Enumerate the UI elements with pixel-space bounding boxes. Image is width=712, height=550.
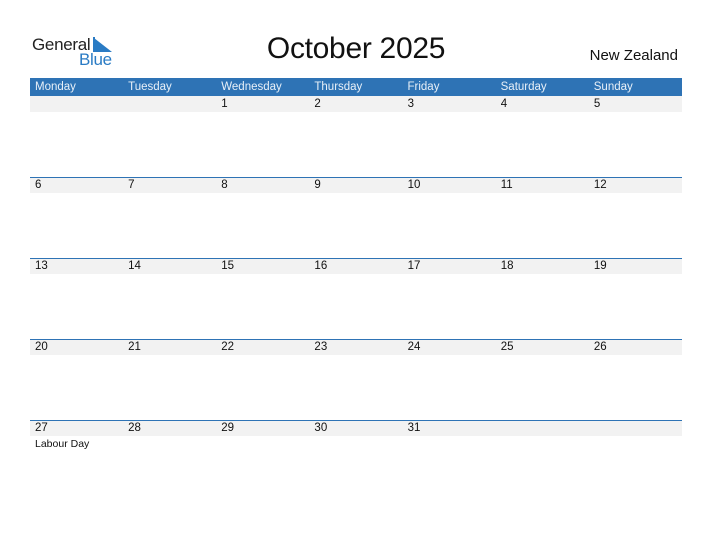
day-cell: 17 <box>403 258 496 338</box>
day-cell: 13 <box>30 258 123 338</box>
day-number: 16 <box>314 260 328 272</box>
day-cell: 8 <box>216 177 309 257</box>
day-number: 28 <box>128 422 141 434</box>
week-row: 27 Labour Day 28 29 30 31 <box>30 420 682 500</box>
day-number: 1 <box>221 98 228 110</box>
day-number: 14 <box>128 260 141 272</box>
day-number: 27 <box>35 422 48 434</box>
day-number: 22 <box>221 341 235 353</box>
day-cell: 14 <box>123 258 216 338</box>
weekday-friday: Friday <box>407 81 440 93</box>
day-cell <box>496 420 589 500</box>
day-number: 31 <box>407 422 421 434</box>
day-number: 5 <box>593 98 601 110</box>
day-cell: 19 <box>589 258 682 338</box>
day-cell <box>123 96 216 176</box>
day-cell: 16 <box>309 258 402 338</box>
country-label: New Zealand <box>589 47 678 64</box>
day-number: 7 <box>128 179 135 191</box>
day-cell: 6 <box>30 177 123 257</box>
day-number: 19 <box>593 260 607 272</box>
day-number: 13 <box>35 260 48 272</box>
day-cell: 5 <box>589 96 682 176</box>
day-cell: 11 <box>496 177 589 257</box>
day-cell: 12 <box>589 177 682 257</box>
weekday-sunday: Sunday <box>593 81 633 93</box>
day-number: 29 <box>221 422 235 434</box>
day-number: 26 <box>593 341 607 353</box>
day-cell: 18 <box>496 258 589 338</box>
day-number: 25 <box>500 341 514 353</box>
day-number: 24 <box>407 341 421 353</box>
weekday-monday: Monday <box>35 81 76 93</box>
weekday-saturday: Saturday <box>500 81 547 93</box>
day-number: 18 <box>500 260 514 272</box>
weekday-thursday: Thursday <box>314 81 363 93</box>
day-number: 20 <box>35 341 48 353</box>
day-cell: 23 <box>309 339 402 419</box>
weekday-header: Monday Tuesday Wednesday Thursday Friday… <box>30 78 682 96</box>
day-number: 6 <box>35 179 42 191</box>
day-cell: 30 <box>309 420 402 500</box>
day-cell: 21 <box>123 339 216 419</box>
day-cell: 29 <box>216 420 309 500</box>
day-number: 15 <box>221 260 235 272</box>
day-cell: 31 <box>403 420 496 500</box>
day-cell: 9 <box>309 177 402 257</box>
day-number: 10 <box>407 179 421 191</box>
weekday-tuesday: Tuesday <box>128 81 172 93</box>
day-cell: 7 <box>123 177 216 257</box>
week-row: 13 14 15 16 17 18 19 <box>30 258 682 338</box>
day-number: 12 <box>593 179 607 191</box>
day-cell <box>589 420 682 500</box>
day-cell: 3 <box>403 96 496 176</box>
day-cell: 22 <box>216 339 309 419</box>
day-number: 21 <box>128 341 141 353</box>
day-number: 2 <box>314 98 321 110</box>
day-number: 9 <box>314 179 321 191</box>
day-cell: 2 <box>309 96 402 176</box>
day-number: 11 <box>500 179 513 191</box>
week-row: 6 7 8 9 10 11 12 <box>30 177 682 257</box>
day-number: 30 <box>314 422 328 434</box>
day-number: 8 <box>221 179 228 191</box>
day-number: 4 <box>500 98 508 110</box>
day-cell: 20 <box>30 339 123 419</box>
day-cell: 24 <box>403 339 496 419</box>
day-cell: 25 <box>496 339 589 419</box>
week-row: 1 2 3 4 5 <box>30 96 682 176</box>
day-number: 23 <box>314 341 328 353</box>
day-cell: 4 <box>496 96 589 176</box>
day-cell: 26 <box>589 339 682 419</box>
day-number: 3 <box>407 98 414 110</box>
day-cell: 27 Labour Day <box>30 420 123 500</box>
day-cell: 1 <box>216 96 309 176</box>
day-cell: 28 <box>123 420 216 500</box>
weekday-wednesday: Wednesday <box>221 81 282 93</box>
week-row: 20 21 22 23 24 25 26 <box>30 339 682 419</box>
holiday-label: Labour Day <box>35 438 90 450</box>
day-cell: 15 <box>216 258 309 338</box>
day-number: 17 <box>407 260 421 272</box>
day-cell <box>30 96 123 176</box>
day-cell: 10 <box>403 177 496 257</box>
